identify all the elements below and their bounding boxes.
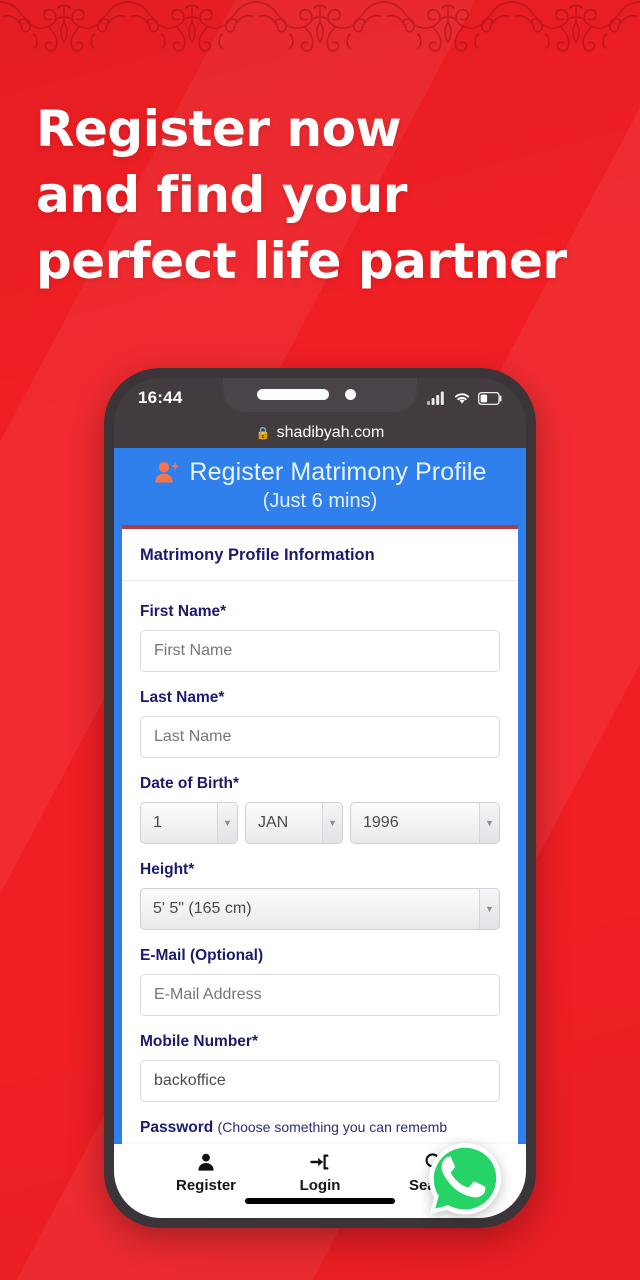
app-header-title-row: Register Matrimony Profile [124,458,516,487]
status-bar: 16:44 [114,378,526,418]
sign-in-icon [310,1154,329,1170]
height-value: 5' 5" (165 cm) [153,900,252,917]
app-title: Register Matrimony Profile [189,458,487,486]
dob-year-select[interactable]: 1996 ▼ [350,802,500,844]
last-name-label: Last Name* [140,689,225,706]
first-name-input[interactable] [140,630,500,672]
phone-mockup: 16:44 🔒 shadibyah.com Register Matrimony… [104,368,536,1228]
nav-item-register[interactable]: Register [174,1152,238,1194]
form-section-title: Matrimony Profile Information [122,529,518,581]
whatsapp-button[interactable] [424,1138,506,1220]
date-of-birth-label: Date of Birth* [140,775,240,792]
headline-line-1: Register now [36,100,402,158]
registration-form-card: Matrimony Profile Information First Name… [122,525,518,1185]
password-label: Password (Choose something you can remem… [140,1119,500,1137]
lock-icon: 🔒 [255,426,271,440]
chevron-down-icon: ▼ [479,889,499,929]
browser-url-bar[interactable]: 🔒 shadibyah.com [114,418,526,448]
password-label-text: Password [140,1119,214,1136]
decorative-filigree-border-icon [0,1,640,52]
chevron-down-icon: ▼ [322,803,342,843]
promo-headline: Register now and find your perfect life … [36,96,616,294]
wifi-icon [454,393,470,404]
mobile-number-label: Mobile Number* [140,1033,258,1050]
chevron-down-icon: ▼ [217,803,237,843]
height-label: Height* [140,861,195,878]
height-select[interactable]: 5' 5" (165 cm) ▼ [140,888,500,930]
cellular-signal-icon [427,391,444,405]
home-indicator [245,1198,395,1204]
battery-icon [478,391,502,405]
headline-line-2: and find your [36,166,407,224]
field-email: E-Mail (Optional) [140,947,500,1016]
password-label-note: (Choose something you can rememb [217,1119,448,1135]
email-label: E-Mail (Optional) [140,947,264,964]
field-height: Height* 5' 5" (165 cm) ▼ [140,861,500,930]
registration-form: First Name* Last Name* Date of Birth* [122,581,518,1185]
person-icon [198,1153,214,1171]
status-bar-icons [427,391,502,405]
browser-url-text: shadibyah.com [276,424,385,441]
app-subtitle: (Just 6 mins) [262,490,378,512]
dob-month-value: JAN [258,814,289,831]
field-date-of-birth: Date of Birth* 1 ▼ JAN ▼ 1996 ▼ [140,775,500,844]
nav-label-register: Register [175,1177,237,1194]
nav-item-login[interactable]: Login [288,1152,352,1194]
dob-month-select[interactable]: JAN ▼ [245,802,343,844]
nav-label-login: Login [299,1177,341,1194]
first-name-label: First Name* [140,603,227,620]
promo-banner: Register now and find your perfect life … [0,0,640,1280]
phone-screen: 16:44 🔒 shadibyah.com Register Matrimony… [114,378,526,1218]
dob-day-value: 1 [153,814,162,831]
field-first-name: First Name* [140,603,500,672]
last-name-input[interactable] [140,716,500,758]
status-bar-clock: 16:44 [138,388,183,407]
date-of-birth-group: 1 ▼ JAN ▼ 1996 ▼ [140,802,500,844]
webview: Register Matrimony Profile (Just 6 mins)… [114,448,526,1218]
field-mobile-number: Mobile Number* [140,1033,500,1102]
app-header: Register Matrimony Profile (Just 6 mins) [114,448,526,525]
dob-year-value: 1996 [363,814,399,831]
field-last-name: Last Name* [140,689,500,758]
email-input[interactable] [140,974,500,1016]
headline-line-3: perfect life partner [36,232,567,290]
chevron-down-icon: ▼ [479,803,499,843]
user-plus-icon [155,461,180,482]
dob-day-select[interactable]: 1 ▼ [140,802,238,844]
mobile-number-input[interactable] [140,1060,500,1102]
